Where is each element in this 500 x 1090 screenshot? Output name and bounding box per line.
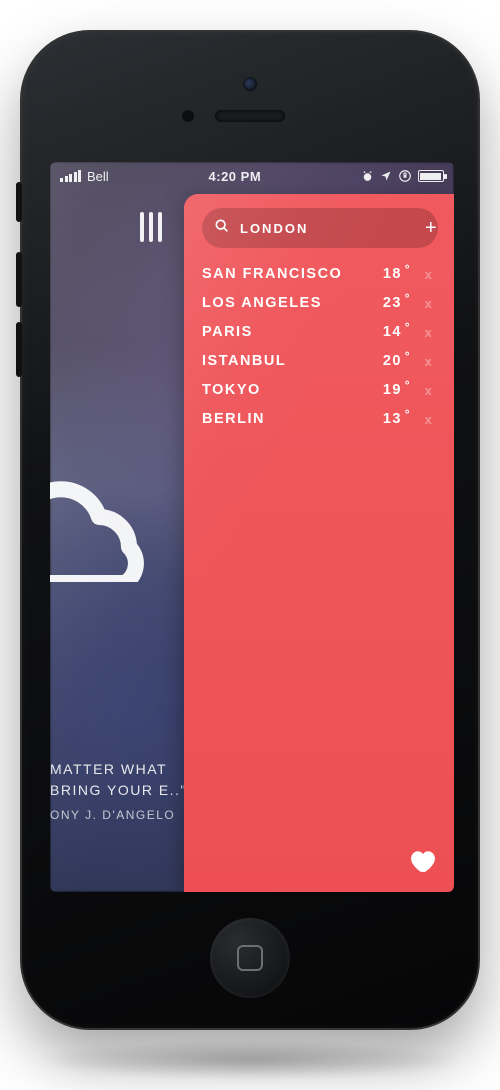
stage: Bell 4:20 PM (0, 0, 500, 1090)
search-icon (214, 218, 230, 239)
add-city-button[interactable]: + (425, 218, 437, 238)
city-temp: 20 (366, 353, 410, 369)
screen: Bell 4:20 PM (50, 162, 454, 892)
proximity-sensor (182, 110, 194, 122)
city-row[interactable]: TOKYO 19 x (202, 382, 438, 398)
home-icon (237, 945, 263, 971)
city-temp: 18 (366, 266, 410, 282)
alarm-icon (361, 170, 374, 183)
delete-city-button[interactable]: x (420, 412, 438, 427)
city-row[interactable]: PARIS 14 x (202, 324, 438, 340)
mute-switch (16, 182, 22, 222)
city-name: ISTANBUL (202, 353, 366, 369)
phone-frame: Bell 4:20 PM (20, 30, 480, 1030)
battery-icon (418, 170, 444, 182)
city-name: PARIS (202, 324, 366, 340)
earpiece-speaker (215, 110, 285, 122)
weather-cloud-icon (50, 462, 164, 587)
city-temp: 23 (366, 295, 410, 311)
search-input[interactable] (240, 221, 415, 236)
delete-city-button[interactable]: x (420, 267, 438, 282)
city-name: SAN FRANCISCO (202, 266, 366, 282)
city-temp: 19 (366, 382, 410, 398)
city-row[interactable]: ISTANBUL 20 x (202, 353, 438, 369)
status-left: Bell (60, 169, 109, 184)
signal-icon (60, 170, 81, 182)
city-name: BERLIN (202, 411, 366, 427)
favorite-button[interactable] (410, 849, 436, 878)
city-name: TOKYO (202, 382, 366, 398)
delete-city-button[interactable]: x (420, 325, 438, 340)
home-button[interactable] (210, 918, 290, 998)
city-row[interactable]: BERLIN 13 x (202, 411, 438, 427)
location-icon (380, 170, 392, 182)
status-time: 4:20 PM (209, 169, 262, 184)
city-row[interactable]: LOS ANGELES 23 x (202, 295, 438, 311)
status-right (361, 169, 444, 183)
delete-city-button[interactable]: x (420, 296, 438, 311)
delete-city-button[interactable]: x (420, 383, 438, 398)
front-camera (243, 77, 257, 91)
device-shadow (35, 1040, 465, 1080)
search-bar[interactable]: + (202, 208, 438, 248)
status-bar: Bell 4:20 PM (50, 162, 454, 190)
volume-down-button (16, 322, 22, 377)
city-list: SAN FRANCISCO 18 x LOS ANGELES 23 x PARI… (202, 266, 438, 427)
city-temp: 14 (366, 324, 410, 340)
menu-button[interactable] (140, 212, 162, 242)
city-name: LOS ANGELES (202, 295, 366, 311)
carrier-label: Bell (87, 169, 109, 184)
delete-city-button[interactable]: x (420, 354, 438, 369)
volume-up-button (16, 252, 22, 307)
city-row[interactable]: SAN FRANCISCO 18 x (202, 266, 438, 282)
cities-panel: + SAN FRANCISCO 18 x LOS ANGELES 23 x PA… (184, 194, 454, 892)
rotation-lock-icon (398, 169, 412, 183)
city-temp: 13 (366, 411, 410, 427)
